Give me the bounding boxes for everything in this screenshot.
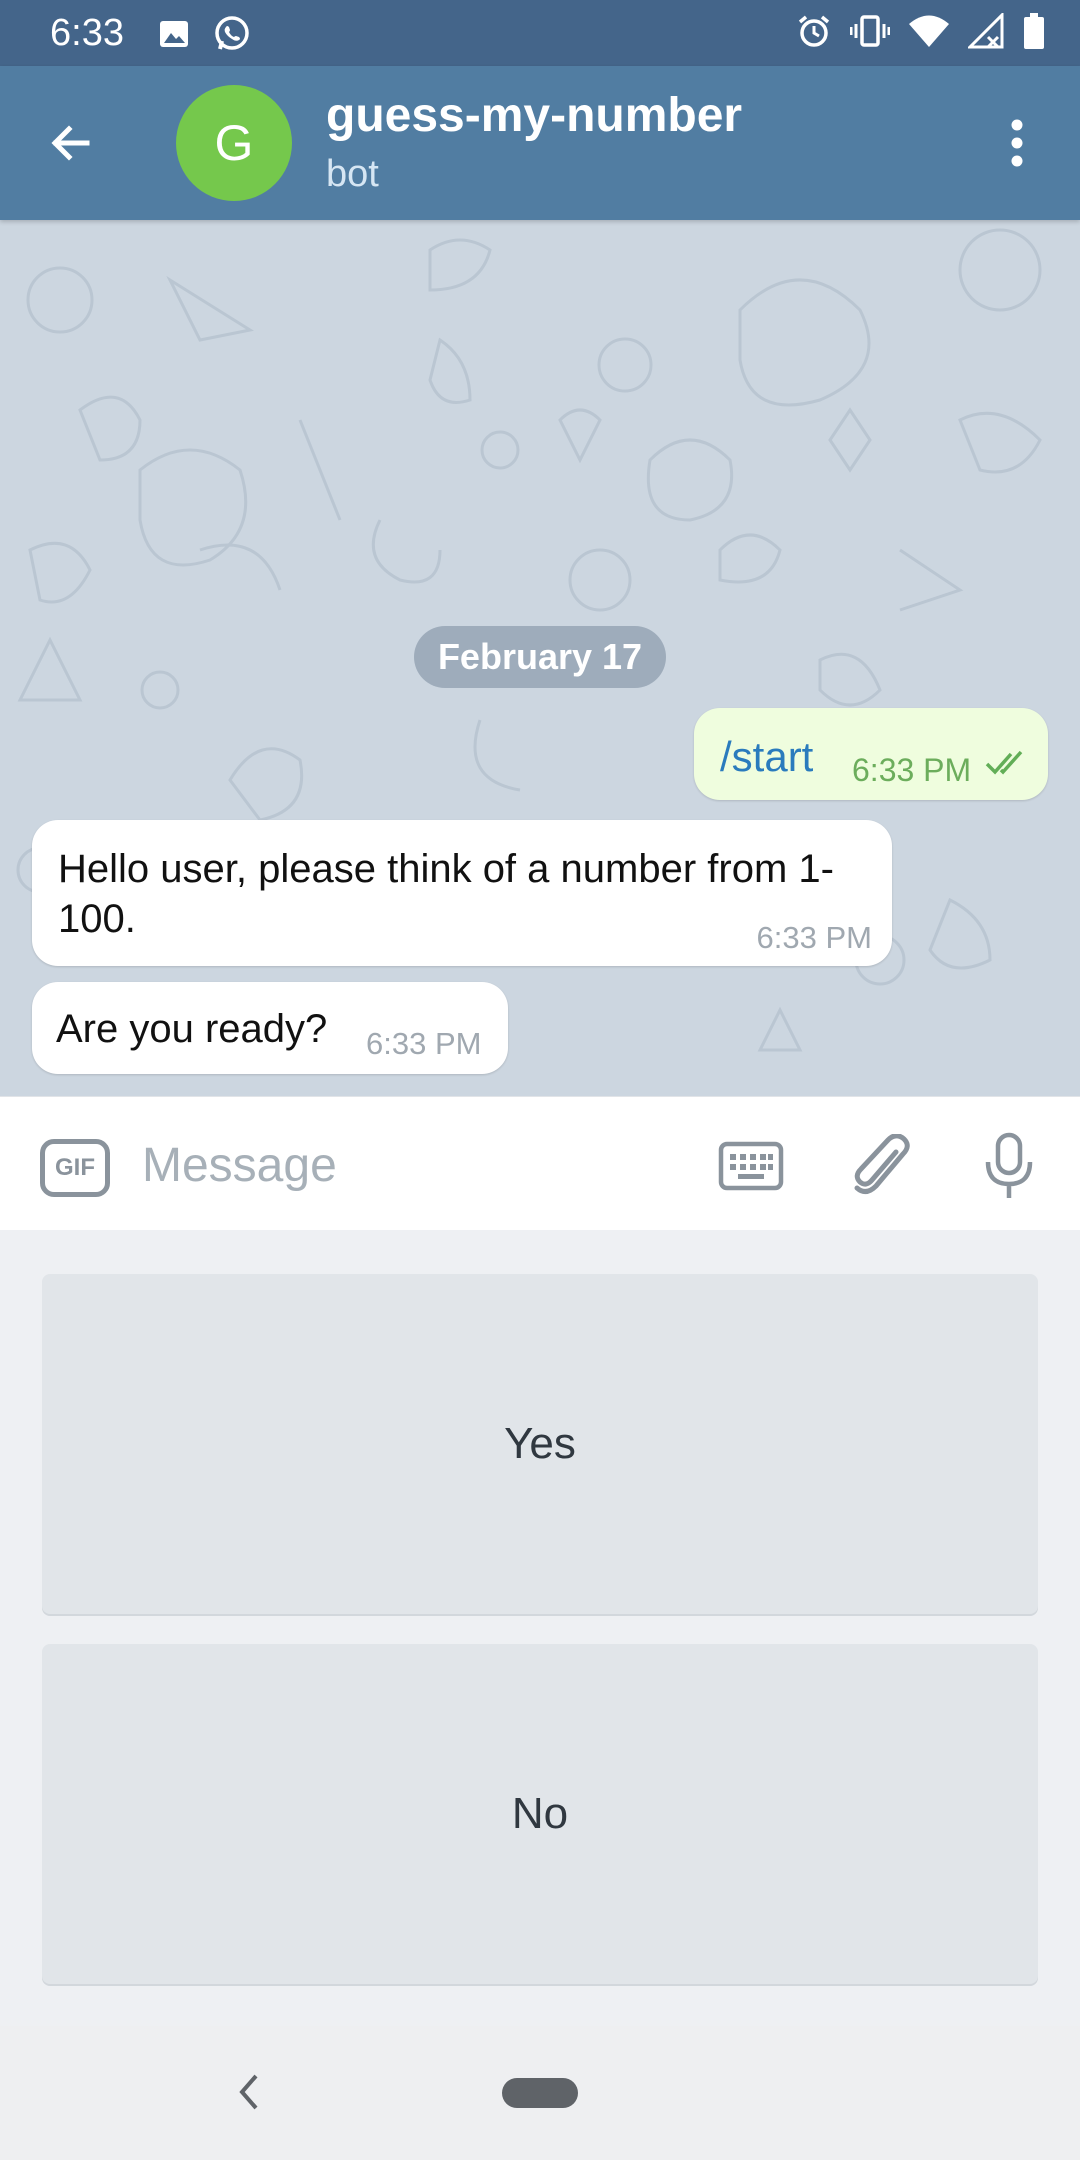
reply-button-yes[interactable]: Yes bbox=[42, 1274, 1038, 1614]
message-time: 6:33 PM bbox=[756, 920, 872, 955]
alarm-icon bbox=[796, 13, 832, 49]
vibrate-icon bbox=[850, 13, 890, 49]
status-bar: 6:33 bbox=[0, 0, 1080, 66]
more-vertical-icon bbox=[1011, 119, 1023, 167]
system-navigation-bar bbox=[0, 2026, 1080, 2160]
chat-title[interactable]: guess-my-number bbox=[326, 88, 742, 144]
whatsapp-icon bbox=[212, 14, 252, 54]
message-time: 6:33 PM bbox=[366, 1026, 482, 1061]
nav-back-button[interactable] bbox=[218, 2062, 278, 2122]
microphone-icon bbox=[985, 1132, 1033, 1198]
keyboard-toggle-button[interactable] bbox=[716, 1135, 786, 1197]
message-input[interactable] bbox=[142, 1127, 682, 1203]
bot-reply-keyboard: Yes No bbox=[0, 1230, 1080, 2026]
status-system-icons bbox=[796, 12, 1046, 50]
outgoing-message-bubble[interactable]: /start 6:33 PM bbox=[694, 708, 1048, 800]
chat-header: G guess-my-number bot bbox=[0, 66, 1080, 220]
voice-record-button[interactable] bbox=[974, 1129, 1044, 1203]
image-icon bbox=[158, 18, 190, 50]
more-options-button[interactable] bbox=[984, 110, 1050, 176]
incoming-message-bubble[interactable]: Are you ready? 6:33 PM bbox=[32, 982, 508, 1074]
date-separator: February 17 bbox=[414, 626, 666, 688]
status-notification-icons bbox=[158, 14, 252, 54]
keyboard-icon bbox=[718, 1141, 784, 1191]
back-chevron-icon bbox=[239, 2074, 258, 2110]
message-composer: GIF bbox=[0, 1096, 1080, 1230]
incoming-message-bubble[interactable]: Hello user, please think of a number fro… bbox=[32, 820, 892, 966]
message-text[interactable]: Are you ready? bbox=[56, 1004, 327, 1054]
status-time: 6:33 bbox=[50, 12, 124, 54]
avatar[interactable]: G bbox=[176, 85, 292, 201]
wifi-icon bbox=[908, 13, 950, 49]
paperclip-icon bbox=[854, 1134, 910, 1194]
signal-icon bbox=[968, 13, 1004, 49]
arrow-back-icon bbox=[51, 125, 90, 161]
chat-subtitle: bot bbox=[326, 153, 379, 195]
back-button[interactable] bbox=[38, 110, 104, 176]
gif-button[interactable]: GIF bbox=[40, 1139, 110, 1197]
read-checkmarks-icon bbox=[985, 750, 1023, 775]
chat-messages-area[interactable]: February 17 /start 6:33 PM Hello user, p… bbox=[0, 220, 1080, 1096]
home-pill-icon[interactable] bbox=[502, 2078, 578, 2108]
attach-button[interactable] bbox=[846, 1131, 916, 1201]
message-time: 6:33 PM bbox=[852, 752, 972, 788]
message-text[interactable]: Hello user, please think of a number fro… bbox=[58, 844, 878, 944]
reply-button-no[interactable]: No bbox=[42, 1644, 1038, 1984]
message-text[interactable]: /start bbox=[720, 732, 813, 782]
battery-icon bbox=[1022, 12, 1046, 50]
